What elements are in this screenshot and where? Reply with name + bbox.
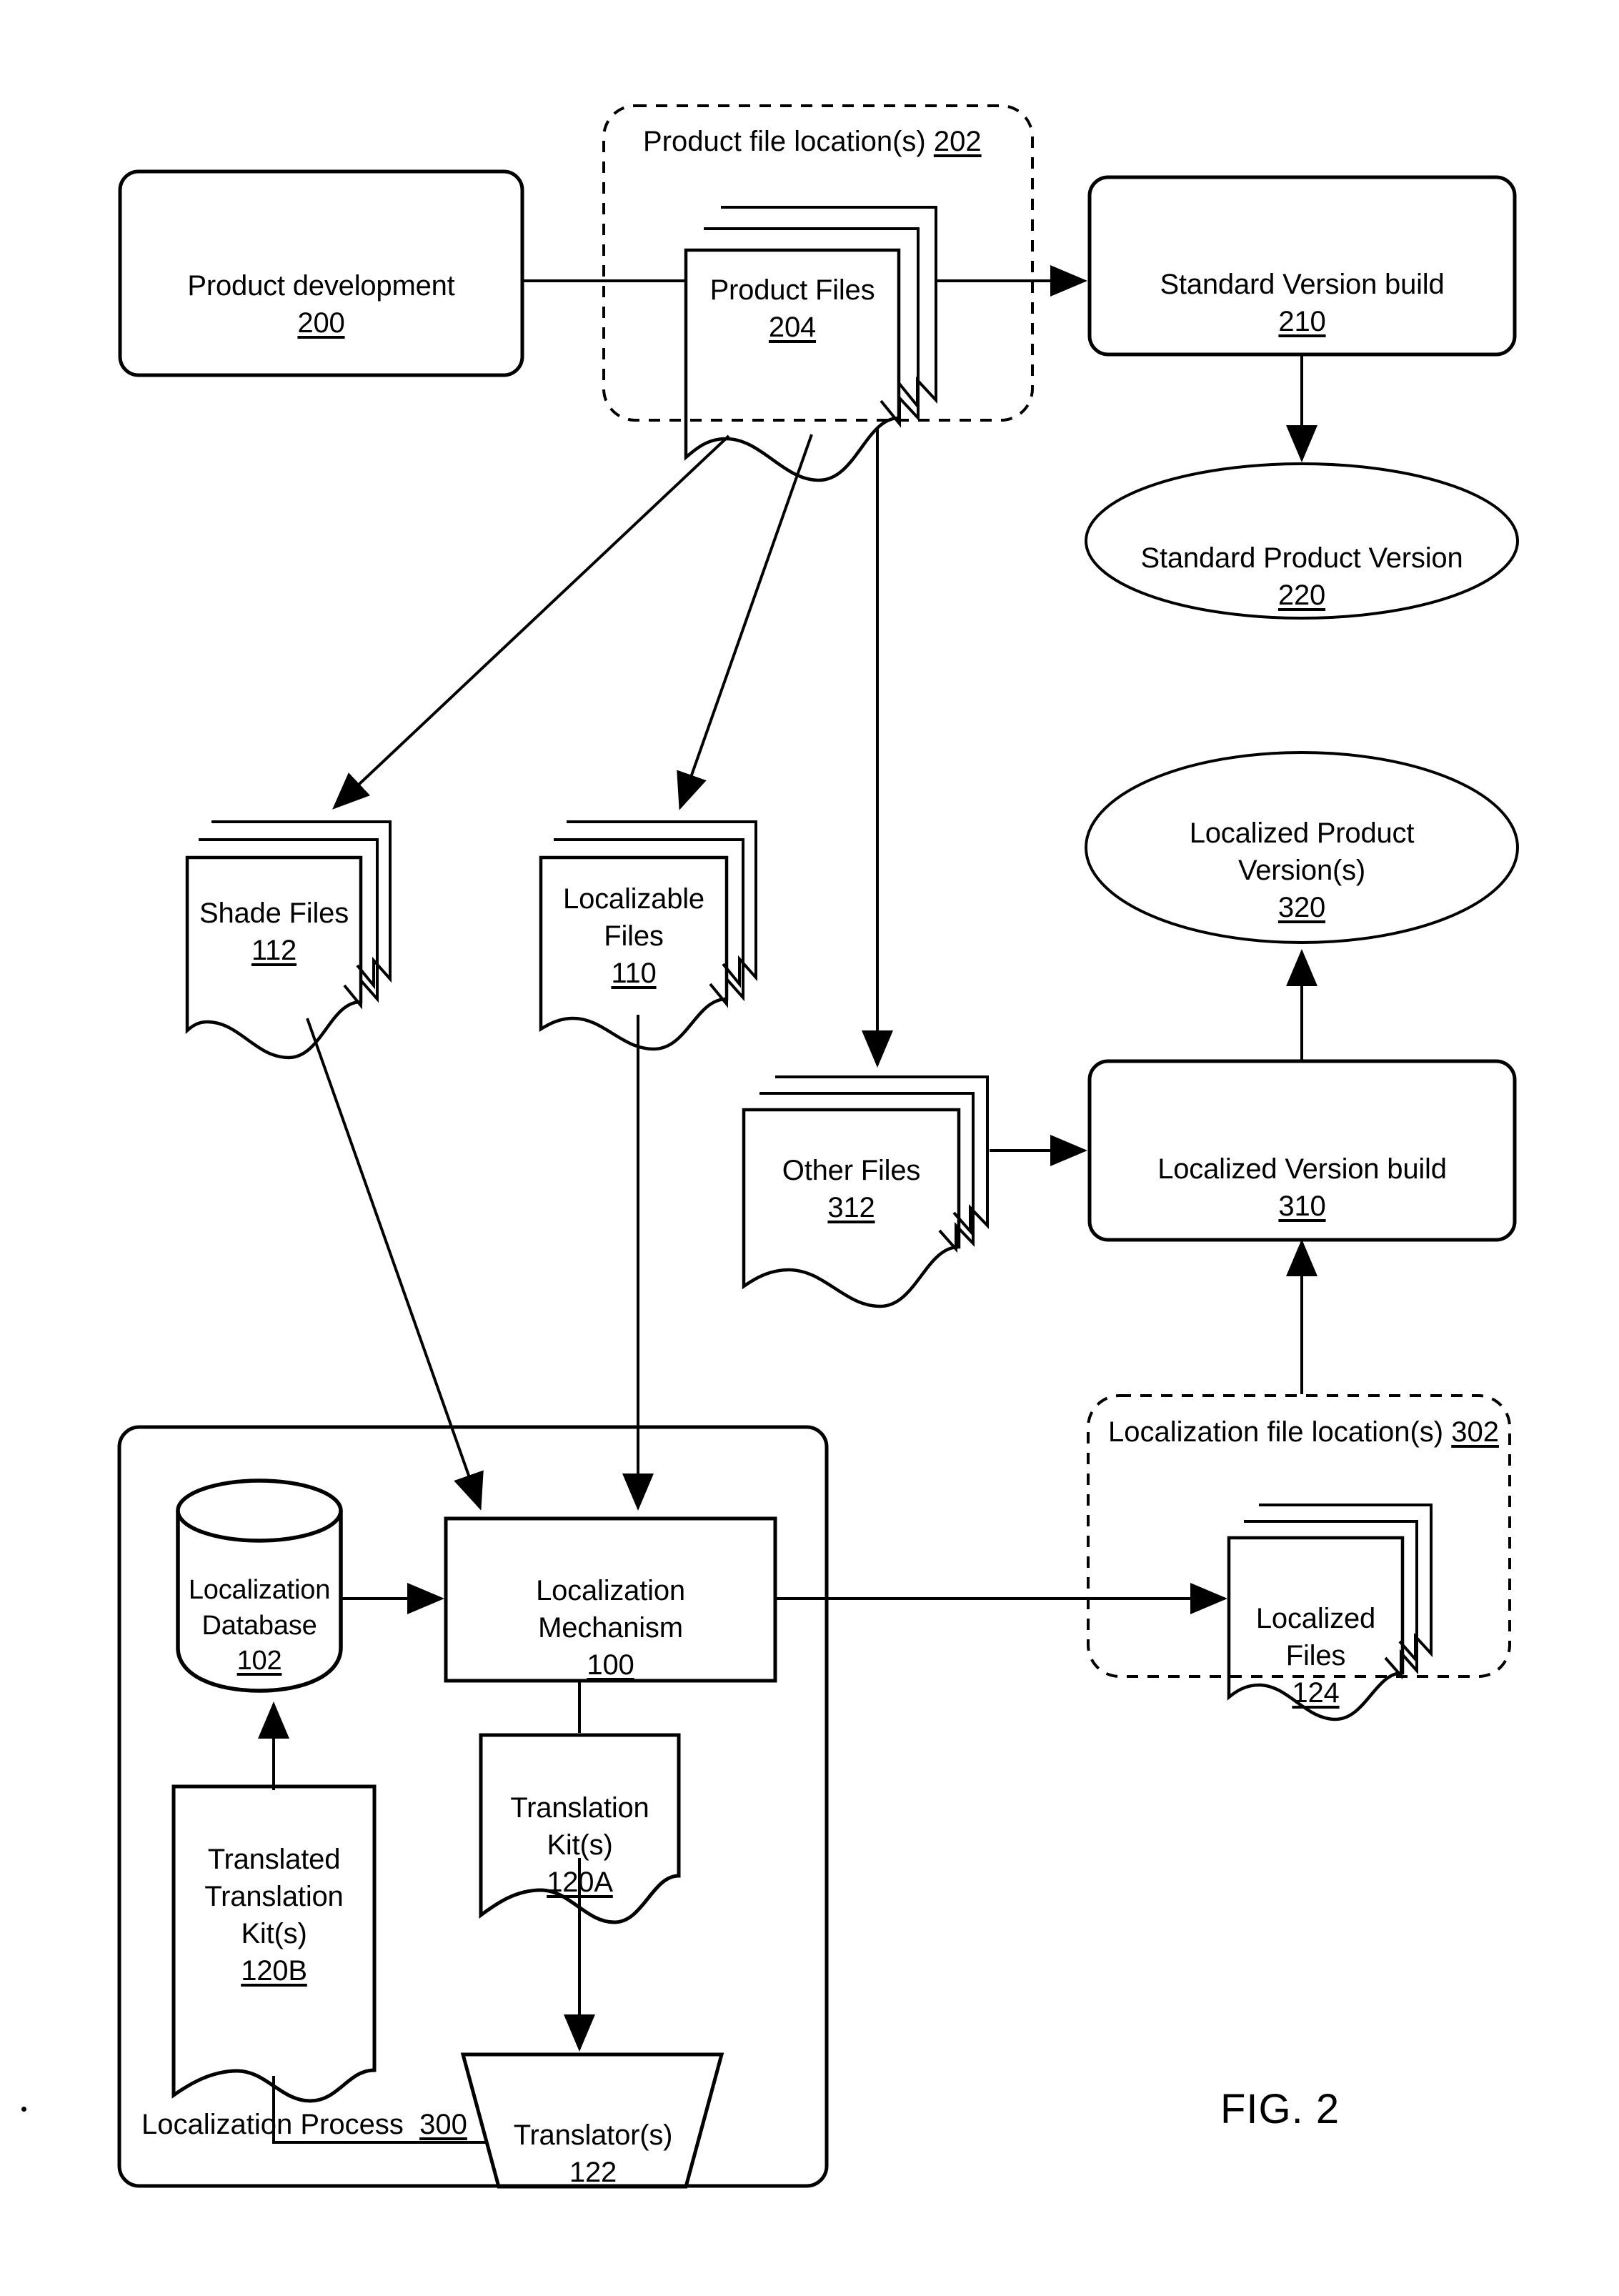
product-files-sheet-back [721, 206, 937, 410]
diagram-canvas [117, 104, 1519, 2189]
standard-version-build-shape [1087, 175, 1517, 357]
edge-productfiles-to-localizablefiles [677, 434, 813, 810]
translators-shape [460, 2052, 724, 2189]
localization-mechanism-shape [444, 1516, 777, 1683]
other-files-sheet-back [775, 1075, 989, 1236]
other-files-sheet-front [742, 1108, 961, 1308]
other-files-sheet-mid [759, 1092, 975, 1253]
shade-files-sheet-mid [199, 838, 379, 1010]
localization-process-title: Localization Process 300 [141, 2109, 467, 2140]
localized-files-sheet-front [1227, 1536, 1405, 1721]
localization-file-location-title: Localization file location(s) 302 [1108, 1416, 1499, 1448]
edge-productfiles-to-shadefiles [332, 434, 730, 810]
edge-shadefiles-to-mechanism [306, 1018, 484, 1511]
shade-files-sheet-back [211, 820, 392, 990]
localized-product-version-shape [1085, 751, 1519, 944]
localizable-files-sheet-mid [554, 838, 744, 1008]
product-files-sheet-mid [704, 227, 920, 428]
standard-product-version-shape [1085, 462, 1519, 620]
figure-caption: FIG. 2 [1220, 2086, 1340, 2132]
localization-database-top [176, 1479, 343, 1543]
localized-version-build-shape [1087, 1059, 1517, 1242]
localized-files-sheet-mid [1244, 1520, 1418, 1680]
localization-database-body [176, 1511, 343, 1693]
product-file-location-title: Product file location(s) 202 [643, 126, 982, 157]
scan-artifact-speck [21, 2107, 26, 2112]
translated-translation-kits-shape [171, 1784, 377, 2103]
localizable-files-sheet-front [539, 855, 729, 1051]
shade-files-sheet-front [185, 855, 363, 1060]
product-development-shape [118, 169, 524, 377]
patent-figure: Product file location(s) 202 Localizatio… [0, 0, 1619, 2296]
localized-files-sheet-back [1259, 1504, 1433, 1664]
